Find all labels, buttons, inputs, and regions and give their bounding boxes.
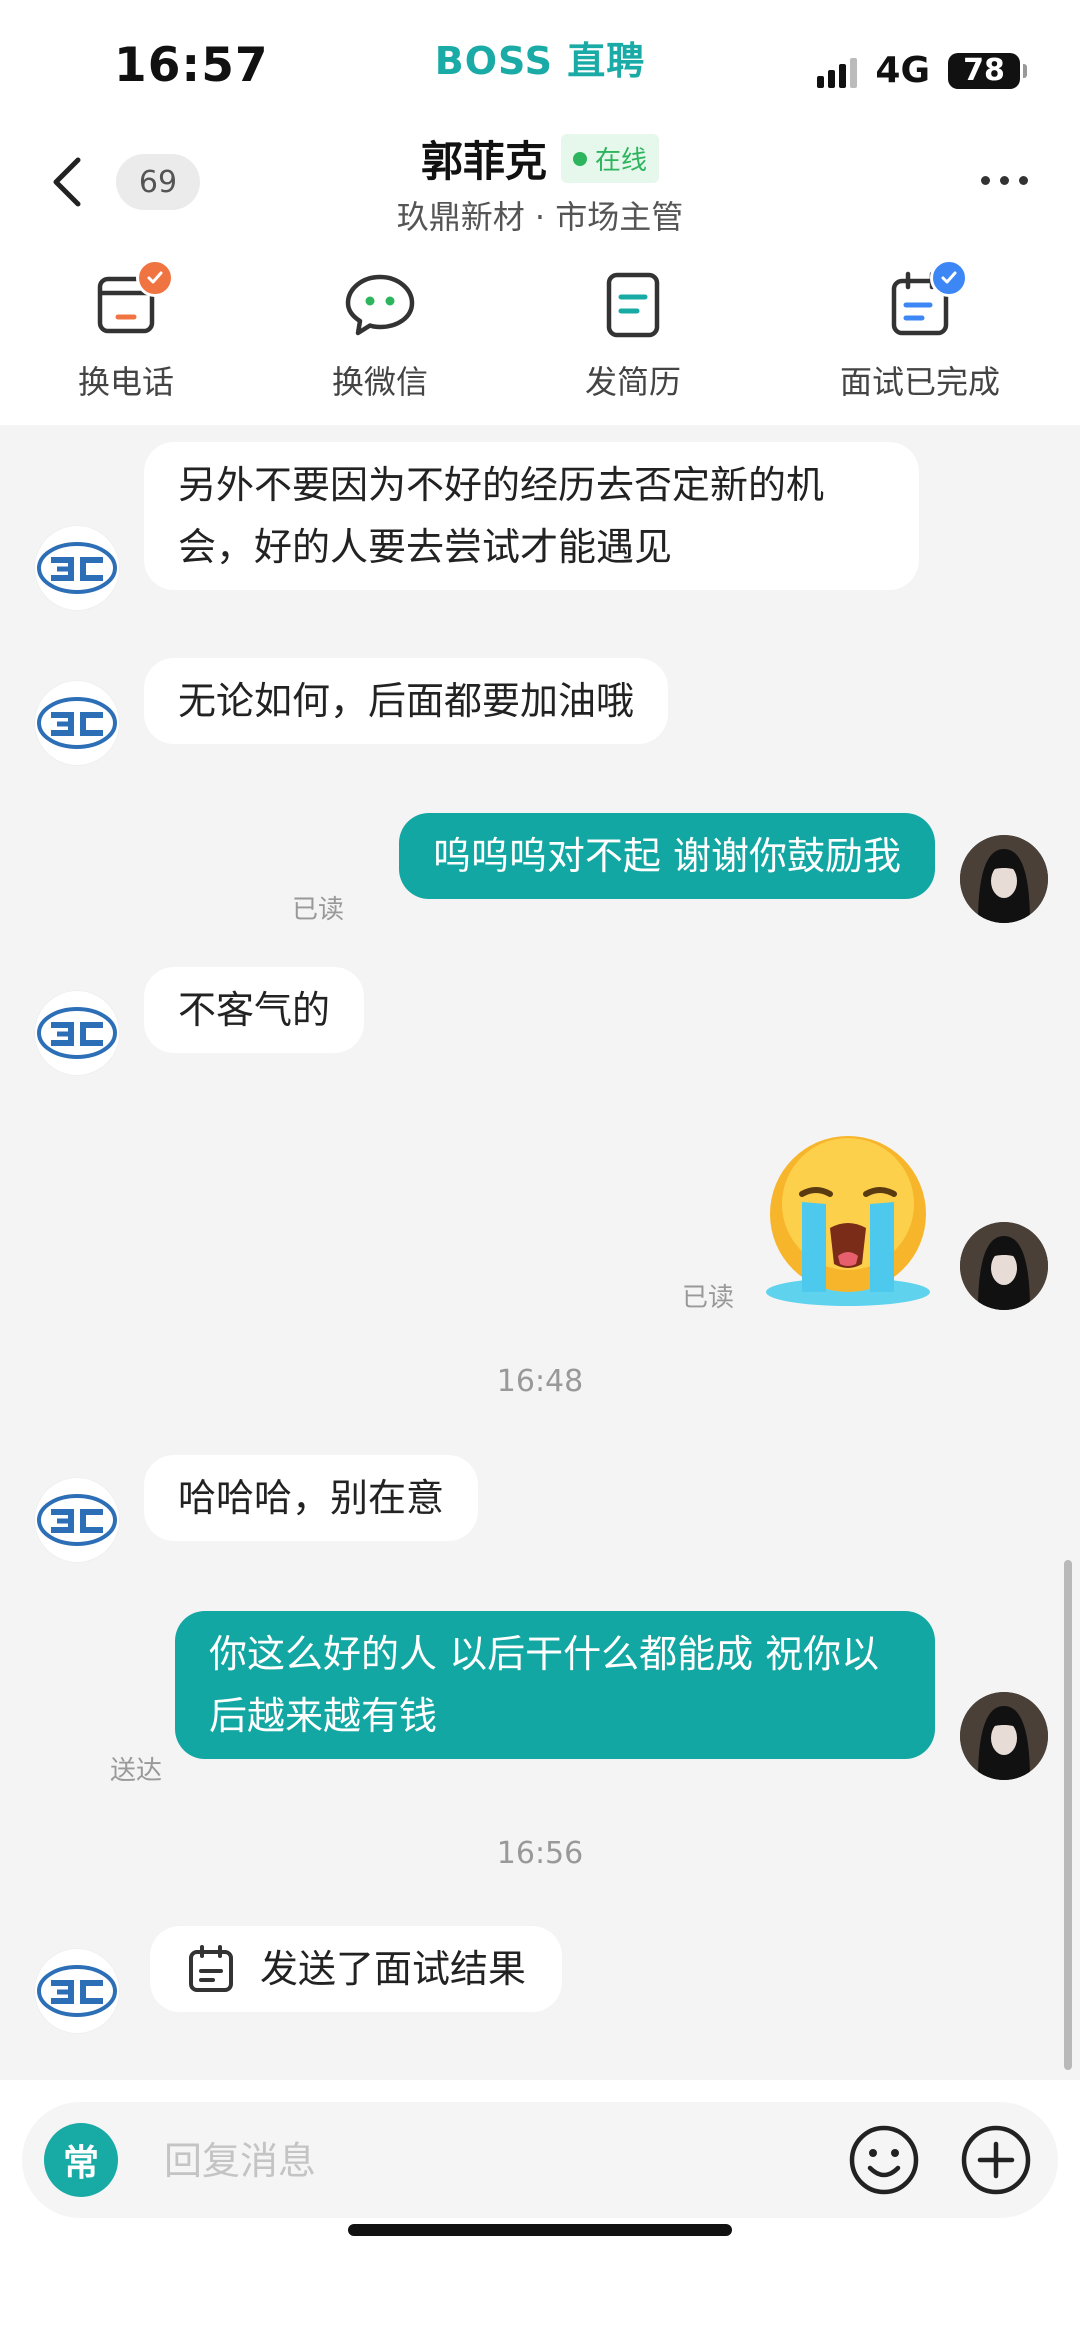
smiley-icon xyxy=(849,2125,919,2195)
online-status-label: 在线 xyxy=(595,146,648,176)
time-separator: 16:56 xyxy=(496,1836,584,1871)
company-logo-icon xyxy=(37,1494,117,1546)
input-area: 常 xyxy=(0,2080,1080,2337)
reply-input[interactable] xyxy=(162,2122,726,2200)
action-label: 换微信 xyxy=(331,363,428,401)
chat-scrollbar[interactable] xyxy=(1064,1560,1072,2070)
reply-bar: 常 xyxy=(22,2102,1058,2218)
contact-avatar[interactable] xyxy=(34,525,120,611)
more-dot-icon xyxy=(981,176,990,185)
interview-done-icon xyxy=(880,259,968,345)
user-avatar[interactable] xyxy=(960,1222,1048,1310)
user-photo xyxy=(960,1222,1048,1310)
more-dot-icon xyxy=(1000,176,1009,185)
check-badge-icon xyxy=(136,259,174,297)
contact-avatar[interactable] xyxy=(34,990,120,1076)
company-logo-icon xyxy=(37,1007,117,1059)
top-area: 16:57 BOSS 直聘 4G 78 69 郭菲克 在线 玖鼎新材 · 市场主… xyxy=(0,0,1080,425)
message-bubble-incoming[interactable]: 无论如何，后面都要加油哦 xyxy=(144,658,669,744)
wechat-icon xyxy=(340,265,420,345)
message-bubble-outgoing[interactable]: 呜呜呜对不起 谢谢你鼓励我 xyxy=(398,813,935,899)
company-logo-icon xyxy=(37,1965,117,2017)
contact-subtitle: 玖鼎新材 · 市场主管 xyxy=(396,198,684,236)
time-separator: 16:48 xyxy=(496,1364,584,1399)
network-type: 4G xyxy=(875,50,930,91)
message-bubble-outgoing[interactable]: 你这么好的人 以后干什么都能成 祝你以后越来越有钱 xyxy=(175,1611,935,1759)
exchange-phone-button[interactable]: 换电话 xyxy=(6,259,246,403)
company-logo-icon xyxy=(37,542,117,594)
read-status: 已读 xyxy=(682,1283,735,1313)
company-logo-icon xyxy=(37,697,117,749)
user-photo xyxy=(960,1692,1048,1780)
battery-icon: 78 xyxy=(948,52,1027,89)
online-status-badge: 在线 xyxy=(561,134,660,183)
action-row: 换电话 换微信 发简历 面试已完成 xyxy=(0,259,1080,405)
delivery-status: 送达 xyxy=(110,1756,163,1786)
more-attachments-button[interactable] xyxy=(960,2124,1032,2196)
status-indicators: 4G 78 xyxy=(817,50,1027,91)
more-dot-icon xyxy=(1019,176,1028,185)
action-label: 面试已完成 xyxy=(839,363,1000,401)
interview-done-button[interactable]: 面试已完成 xyxy=(800,259,1040,403)
user-avatar[interactable] xyxy=(960,835,1048,923)
contact-avatar[interactable] xyxy=(34,1948,120,2034)
exchange-wechat-button[interactable]: 换微信 xyxy=(260,265,500,403)
user-photo xyxy=(960,835,1048,923)
battery-level: 78 xyxy=(963,53,1005,88)
calendar-icon xyxy=(189,1945,233,1992)
action-label: 换电话 xyxy=(77,363,174,401)
contact-name: 郭菲克 xyxy=(420,137,547,186)
phone-icon xyxy=(86,259,174,345)
crying-face-icon xyxy=(766,1136,930,1306)
message-bubble-incoming[interactable]: 另外不要因为不好的经历去否定新的机会，好的人要去尝试才能遇见 xyxy=(144,442,919,590)
action-label: 发简历 xyxy=(584,363,681,401)
signal-icon xyxy=(817,54,858,88)
more-options-button[interactable] xyxy=(981,176,1028,185)
check-badge-icon xyxy=(930,259,968,297)
message-bubble-incoming[interactable]: 哈哈哈，别在意 xyxy=(144,1455,479,1541)
crying-emoji-sticker[interactable] xyxy=(758,1132,938,1312)
online-dot-icon xyxy=(573,151,587,166)
read-status: 已读 xyxy=(292,895,345,925)
header-title: 郭菲克 在线 xyxy=(0,128,1080,189)
home-indicator[interactable] xyxy=(348,2224,732,2236)
user-avatar[interactable] xyxy=(960,1692,1048,1780)
resume-icon xyxy=(593,265,673,345)
contact-avatar[interactable] xyxy=(34,680,120,766)
interview-result-card[interactable]: 发送了面试结果 xyxy=(150,1926,563,2012)
send-resume-button[interactable]: 发简历 xyxy=(513,265,753,403)
interview-result-label: 发送了面试结果 xyxy=(260,1947,527,1991)
emoji-button[interactable] xyxy=(848,2124,920,2196)
contact-avatar[interactable] xyxy=(34,1477,120,1563)
common-phrases-button[interactable]: 常 xyxy=(44,2123,118,2197)
plus-icon xyxy=(961,2125,1031,2195)
message-bubble-incoming[interactable]: 不客气的 xyxy=(144,967,365,1053)
